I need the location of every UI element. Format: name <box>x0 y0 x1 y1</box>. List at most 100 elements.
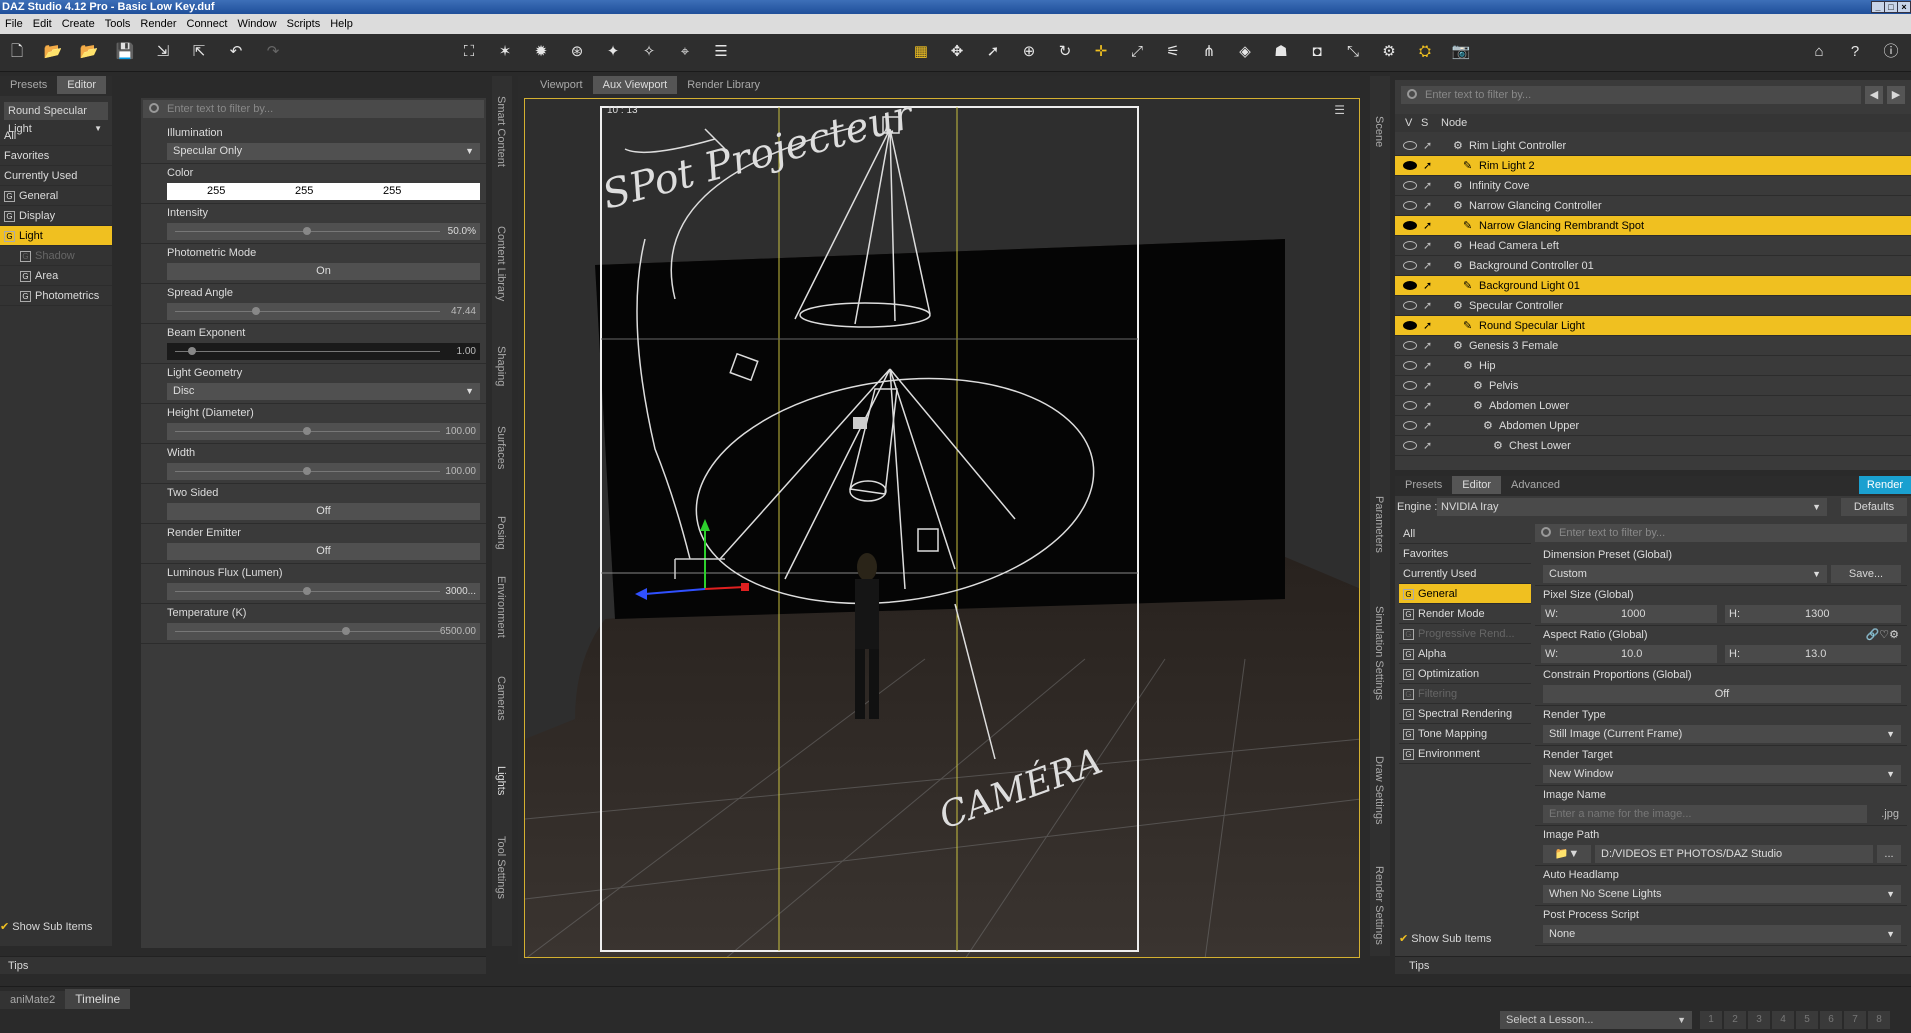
property-slider[interactable]: 6500.00 <box>167 623 480 640</box>
close-button[interactable]: × <box>1897 1 1911 13</box>
visibility-eye-icon[interactable] <box>1403 321 1417 330</box>
select-arrow-icon[interactable]: ➚ <box>1423 296 1432 316</box>
scene-node[interactable]: ➚ ⚙ Abdomen Upper <box>1395 416 1911 436</box>
render-category-item[interactable]: Favorites <box>1399 544 1531 564</box>
node-select-icon[interactable]: ⊕ <box>1018 41 1040 63</box>
spotlight-tool-icon[interactable]: ✶ <box>494 41 516 63</box>
slider-knob[interactable] <box>251 307 260 315</box>
tab-timeline[interactable]: Timeline <box>65 989 131 1009</box>
select-arrow-icon[interactable]: ➚ <box>1423 196 1432 216</box>
constrain-toggle[interactable]: Off <box>1543 685 1901 703</box>
category-item[interactable]: G Light <box>0 226 112 246</box>
menu-connect[interactable]: Connect <box>182 14 233 34</box>
tips-bar[interactable]: Tips <box>0 956 486 974</box>
gizmo-icon[interactable]: ⊛ <box>566 41 588 63</box>
menu-file[interactable]: File <box>0 14 28 34</box>
tab-presets[interactable]: Presets <box>0 76 57 94</box>
visibility-eye-icon[interactable] <box>1403 341 1417 350</box>
scene-forward-icon[interactable]: ▶ <box>1887 86 1905 104</box>
node-select-dropdown[interactable]: Round Specular Light ▼ <box>4 102 108 135</box>
render-category-item[interactable]: G Spectral Rendering <box>1399 704 1531 724</box>
scene-node[interactable]: ➚ ✎ Round Specular Light <box>1395 316 1911 336</box>
scene-node[interactable]: ➚ ⚙ Head Camera Left <box>1395 236 1911 256</box>
grid-icon[interactable]: ▦ <box>910 41 932 63</box>
select-arrow-icon[interactable]: ➚ <box>1423 436 1432 456</box>
property-toggle[interactable]: Off <box>167 503 480 520</box>
vtab-lights[interactable]: Lights <box>495 766 507 795</box>
filter-input[interactable]: Enter text to filter by... <box>143 100 484 118</box>
rotate-icon[interactable]: ↻ <box>1054 41 1076 63</box>
property-slider[interactable]: 3000... <box>167 583 480 600</box>
render-target-dropdown[interactable]: New Window <box>1543 765 1901 783</box>
pointer-icon[interactable]: ➚ <box>982 41 1004 63</box>
menu-edit[interactable]: Edit <box>28 14 57 34</box>
render-tab-presets[interactable]: Presets <box>1395 476 1452 494</box>
visibility-eye-icon[interactable] <box>1403 381 1417 390</box>
render-tab-editor[interactable]: Editor <box>1452 476 1502 494</box>
vtab-shaping[interactable]: Shaping <box>495 346 507 386</box>
property-slider[interactable]: 50.0% <box>167 223 480 240</box>
scene-node[interactable]: ➚ ⚙ Abdomen Lower <box>1395 396 1911 416</box>
property-dropdown[interactable]: Specular Only <box>167 143 480 160</box>
undo-icon[interactable]: ↶ <box>225 41 247 63</box>
menu-create[interactable]: Create <box>57 14 100 34</box>
property-slider[interactable]: 100.00 <box>167 423 480 440</box>
post-script-dropdown[interactable]: None <box>1543 925 1901 943</box>
region-nav-icon[interactable]: ⤡ <box>1342 41 1364 63</box>
auto-headlamp-dropdown[interactable]: When No Scene Lights <box>1543 885 1901 903</box>
slider-knob[interactable] <box>187 347 196 355</box>
category-item[interactable]: G Shadow <box>0 246 112 266</box>
render-filter-input[interactable]: Enter text to filter by... <box>1535 524 1907 542</box>
defaults-button[interactable]: Defaults <box>1841 498 1907 516</box>
render-icon[interactable]: 📷 <box>1450 41 1472 63</box>
category-item[interactable]: G General <box>0 186 112 206</box>
open-icon[interactable]: 📂 <box>42 41 64 63</box>
slider-knob[interactable] <box>303 467 312 475</box>
scene-node[interactable]: ➚ ⚙ Background Controller 01 <box>1395 256 1911 276</box>
save-icon[interactable]: 💾 <box>114 41 136 63</box>
scene-node[interactable]: ➚ ⚙ Narrow Glancing Controller <box>1395 196 1911 216</box>
render-tab-advanced[interactable]: Advanced <box>1501 476 1570 494</box>
scene-node[interactable]: ➚ ⚙ Genesis 3 Female <box>1395 336 1911 356</box>
slider-knob[interactable] <box>303 427 312 435</box>
visibility-eye-icon[interactable] <box>1403 441 1417 450</box>
select-arrow-icon[interactable]: ➚ <box>1423 236 1432 256</box>
render-category-item[interactable]: Currently Used <box>1399 564 1531 584</box>
joint-editor-icon[interactable]: ⚟ <box>1162 41 1184 63</box>
vtab-posing[interactable]: Posing <box>495 516 507 550</box>
viewport-menu-icon[interactable]: ☰ <box>1334 103 1345 117</box>
scene-filter-input[interactable]: Enter text to filter by... <box>1401 86 1861 104</box>
vtab-surfaces[interactable]: Surfaces <box>495 426 507 469</box>
property-slider[interactable]: 47.44 <box>167 303 480 320</box>
select-arrow-icon[interactable]: ➚ <box>1423 396 1432 416</box>
scene-node[interactable]: ➚ ⚙ Specular Controller <box>1395 296 1911 316</box>
light-aim-icon[interactable]: ✦ <box>602 41 624 63</box>
select-arrow-icon[interactable]: ➚ <box>1423 356 1432 376</box>
dimension-preset-dropdown[interactable]: Custom <box>1543 565 1827 583</box>
select-arrow-icon[interactable]: ➚ <box>1423 276 1432 296</box>
maximize-button[interactable]: □ <box>1884 1 1898 13</box>
category-item[interactable]: G Display <box>0 206 112 226</box>
engine-dropdown[interactable]: NVIDIA Iray <box>1437 498 1827 516</box>
camera-tool-icon[interactable]: ◘ <box>1306 41 1328 63</box>
render-tips-bar[interactable]: Tips <box>1395 956 1911 974</box>
render-category-item[interactable]: G Tone Mapping <box>1399 724 1531 744</box>
menu-render[interactable]: Render <box>135 14 181 34</box>
target-icon[interactable]: ⌖ <box>674 41 696 63</box>
scene-node[interactable]: ➚ ⚙ Infinity Cove <box>1395 176 1911 196</box>
menu-tools[interactable]: Tools <box>100 14 136 34</box>
vtab-environment[interactable]: Environment <box>495 576 507 638</box>
select-arrow-icon[interactable]: ➚ <box>1423 416 1432 436</box>
visibility-eye-icon[interactable] <box>1403 141 1417 150</box>
visibility-eye-icon[interactable] <box>1403 281 1417 290</box>
merge-icon[interactable]: 📂 <box>78 41 100 63</box>
render-category-item[interactable]: G Render Mode <box>1399 604 1531 624</box>
select-arrow-icon[interactable]: ➚ <box>1423 336 1432 356</box>
translate-icon[interactable]: ✛ <box>1090 41 1112 63</box>
property-slider[interactable]: 1.00 <box>167 343 480 360</box>
pixel-width-field[interactable]: W: 1000 <box>1541 605 1717 623</box>
vtab-smart-content[interactable]: Smart Content <box>495 96 507 167</box>
render-category-item[interactable]: G Progressive Rend... <box>1399 624 1531 644</box>
render-settings-icon[interactable]: ⛭ <box>1414 41 1436 63</box>
render-category-item[interactable]: G Optimization <box>1399 664 1531 684</box>
